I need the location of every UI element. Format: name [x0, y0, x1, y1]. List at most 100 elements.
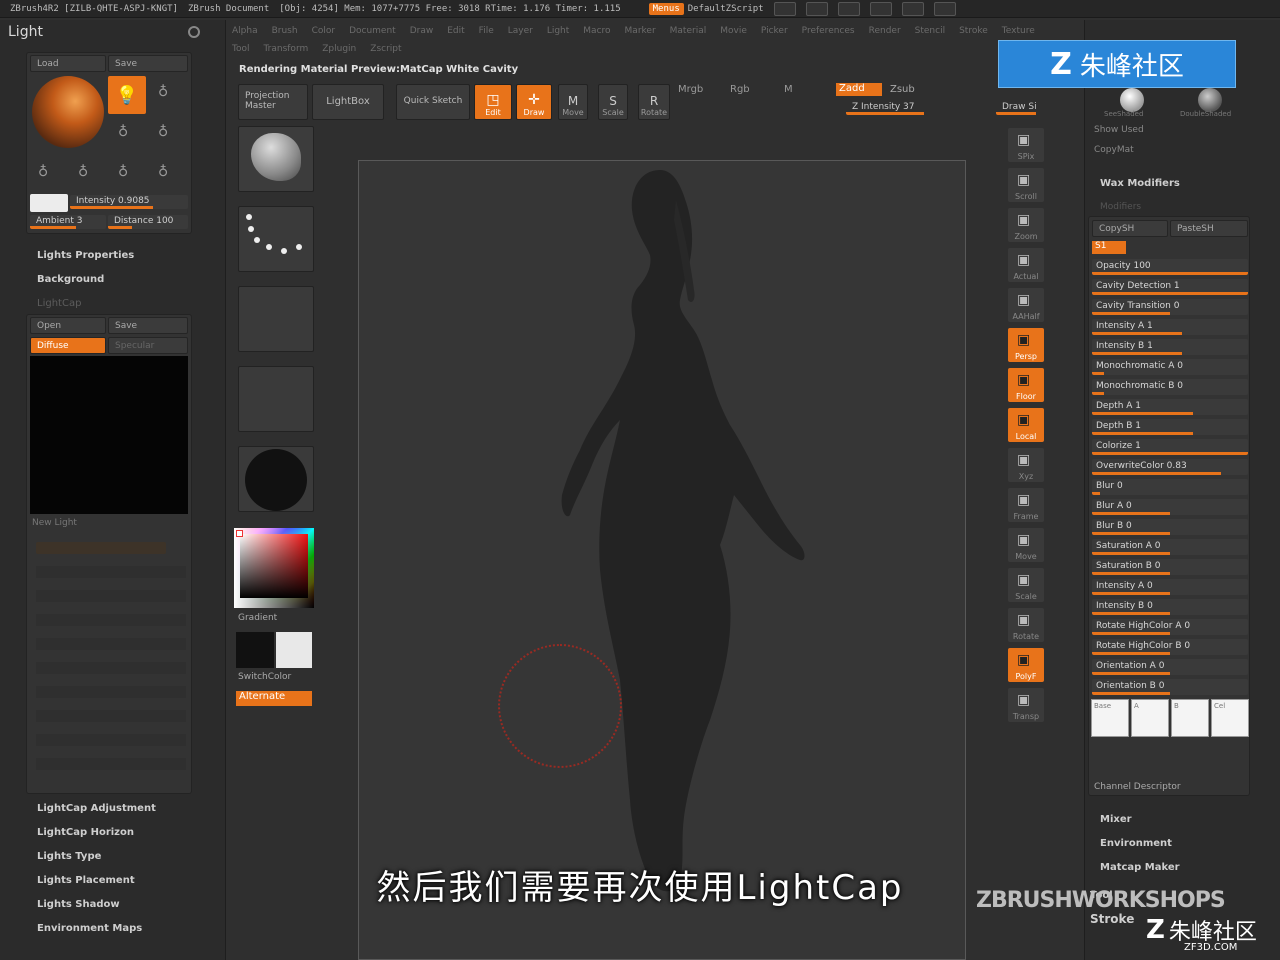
slider-intensity-a-1[interactable]: Intensity A 1	[1092, 319, 1248, 335]
shelf-rotate-button[interactable]: ▣ Rotate	[1008, 608, 1044, 642]
menu-material[interactable]: Material	[670, 26, 707, 36]
slider-blur-0[interactable]: Blur 0	[1092, 479, 1248, 495]
menu-document[interactable]: Document	[349, 26, 396, 36]
minimize-button[interactable]	[869, 1, 892, 16]
menu-color[interactable]: Color	[312, 26, 336, 36]
draw-size-slider[interactable]: Draw Si	[996, 101, 1046, 115]
slider-opacity-100[interactable]: Opacity 100	[1092, 259, 1248, 275]
character-silhouette[interactable]	[480, 160, 840, 900]
shelf-local-button[interactable]: ▣ Local	[1008, 408, 1044, 442]
quick-sketch-button[interactable]: Quick Sketch	[396, 84, 470, 120]
menu-file[interactable]: File	[479, 26, 494, 36]
close-button[interactable]	[933, 1, 956, 16]
menu-marker[interactable]: Marker	[625, 26, 656, 36]
bulb-icon[interactable]: ♁	[158, 84, 168, 100]
load-button[interactable]: Load	[30, 55, 106, 72]
slider-orientation-b-0[interactable]: Orientation B 0	[1092, 679, 1248, 695]
bulb-icon[interactable]: ♁	[158, 124, 168, 140]
shelf-frame-button[interactable]: ▣ Frame	[1008, 488, 1044, 522]
save-button[interactable]: Save	[108, 55, 188, 72]
shelf-actual-button[interactable]: ▣ Actual	[1008, 248, 1044, 282]
shelf-xyz-button[interactable]: ▣ Xyz	[1008, 448, 1044, 482]
menu-picker[interactable]: Picker	[761, 26, 788, 36]
bulb-icon[interactable]: ♁	[78, 164, 88, 180]
slider-depth-a-1[interactable]: Depth A 1	[1092, 399, 1248, 415]
light-color-swatch[interactable]	[30, 194, 68, 212]
light-sphere-preview[interactable]	[32, 76, 104, 148]
menu-stroke[interactable]: Stroke	[959, 26, 988, 36]
slider-rotate-highcolor-a-0[interactable]: Rotate HighColor A 0	[1092, 619, 1248, 635]
shelf-persp-button[interactable]: ▣ Persp	[1008, 328, 1044, 362]
menu-zscript[interactable]: Zscript	[370, 44, 401, 54]
show-used-button[interactable]: Show Used	[1094, 125, 1144, 135]
channel-descriptor-button[interactable]: Channel Descriptor	[1094, 782, 1181, 792]
slider-intensity-b-1[interactable]: Intensity B 1	[1092, 339, 1248, 355]
shelf-scale-button[interactable]: ▣ Scale	[1008, 568, 1044, 602]
slider-overwritecolor-0-83[interactable]: OverwriteColor 0.83	[1092, 459, 1248, 475]
menu-alpha[interactable]: Alpha	[232, 26, 258, 36]
shelf-spix-button[interactable]: ▣ SPix	[1008, 128, 1044, 162]
intensity-slider[interactable]: Intensity 0.9085	[70, 195, 188, 209]
menu-stencil[interactable]: Stencil	[915, 26, 945, 36]
shelf-move-button[interactable]: ▣ Move	[1008, 528, 1044, 562]
shelf-aahalf-button[interactable]: ▣ AAHalf	[1008, 288, 1044, 322]
color-picker-square[interactable]	[240, 534, 308, 598]
menu-brush[interactable]: Brush	[272, 26, 298, 36]
left-section-lightcap-horizon[interactable]: LightCap Horizon	[37, 827, 134, 838]
menu-preferences[interactable]: Preferences	[802, 26, 855, 36]
bulb-icon[interactable]: ♁	[118, 124, 128, 140]
menu-macro[interactable]: Macro	[583, 26, 610, 36]
bulb-icon[interactable]: ♁	[38, 164, 48, 180]
main-color-swatch[interactable]	[236, 632, 274, 668]
lights-properties-section[interactable]: Lights Properties	[37, 250, 134, 261]
shelf-scroll-button[interactable]: ▣ Scroll	[1008, 168, 1044, 202]
slider-orientation-a-0[interactable]: Orientation A 0	[1092, 659, 1248, 675]
menu-transform[interactable]: Transform	[263, 44, 308, 54]
projection-master-button[interactable]: Projection Master	[238, 84, 308, 120]
distance-slider[interactable]: Distance 100	[108, 215, 188, 229]
background-section[interactable]: Background	[37, 274, 104, 285]
shelf-zoom-button[interactable]: ▣ Zoom	[1008, 208, 1044, 242]
window-button-2[interactable]	[805, 1, 828, 16]
rotate-button[interactable]: R Rotate	[638, 84, 670, 120]
swatch-cel[interactable]: Cel	[1211, 699, 1249, 737]
zsub-button[interactable]: Zsub	[890, 84, 915, 95]
mrgb-button[interactable]: Mrgb	[678, 84, 703, 95]
slider-saturation-b-0[interactable]: Saturation B 0	[1092, 559, 1248, 575]
default-zscript-button[interactable]: DefaultZScript	[688, 4, 764, 14]
move-button[interactable]: M Move	[558, 84, 588, 120]
window-button-3[interactable]	[837, 1, 860, 16]
window-button-1[interactable]	[773, 1, 796, 16]
m-button[interactable]: M	[784, 84, 793, 95]
color-picker[interactable]	[234, 528, 314, 608]
z-intensity-slider[interactable]: Z Intensity 37	[846, 101, 938, 115]
lightbox-button[interactable]: LightBox	[312, 84, 384, 120]
bulb-icon[interactable]: 💡	[108, 76, 146, 114]
swatch-base[interactable]: Base	[1091, 699, 1129, 737]
pastesh-button[interactable]: PasteSH	[1170, 220, 1248, 237]
swatch-b[interactable]: B	[1171, 699, 1209, 737]
refresh-icon[interactable]	[188, 26, 200, 38]
shelf-polyf-button[interactable]: ▣ PolyF	[1008, 648, 1044, 682]
left-section-environment-maps[interactable]: Environment Maps	[37, 923, 142, 934]
color-marker[interactable]	[236, 530, 243, 537]
slider-colorize-1[interactable]: Colorize 1	[1092, 439, 1248, 455]
slider-monochromatic-a-0[interactable]: Monochromatic A 0	[1092, 359, 1248, 375]
slider-intensity-b-0[interactable]: Intensity B 0	[1092, 599, 1248, 615]
slider-depth-b-1[interactable]: Depth B 1	[1092, 419, 1248, 435]
menu-movie[interactable]: Movie	[720, 26, 747, 36]
modifiers-section[interactable]: Modifiers	[1100, 202, 1141, 212]
left-section-lightcap-adjustment[interactable]: LightCap Adjustment	[37, 803, 156, 814]
texture-thumbnail[interactable]	[238, 366, 314, 432]
menu-tool[interactable]: Tool	[232, 44, 249, 54]
ambient-slider[interactable]: Ambient 3	[30, 215, 106, 229]
new-light-button[interactable]: New Light	[32, 518, 77, 528]
swatch-a[interactable]: A	[1131, 699, 1169, 737]
copysh-button[interactable]: CopySH	[1092, 220, 1168, 237]
slider-blur-b-0[interactable]: Blur B 0	[1092, 519, 1248, 535]
doubleshaded-sphere-icon[interactable]	[1198, 88, 1222, 112]
wax-modifiers-section[interactable]: Wax Modifiers	[1100, 178, 1180, 189]
diffuse-tab[interactable]: Diffuse	[30, 337, 106, 354]
slider-rotate-highcolor-b-0[interactable]: Rotate HighColor B 0	[1092, 639, 1248, 655]
stroke-thumbnail[interactable]	[238, 206, 314, 272]
